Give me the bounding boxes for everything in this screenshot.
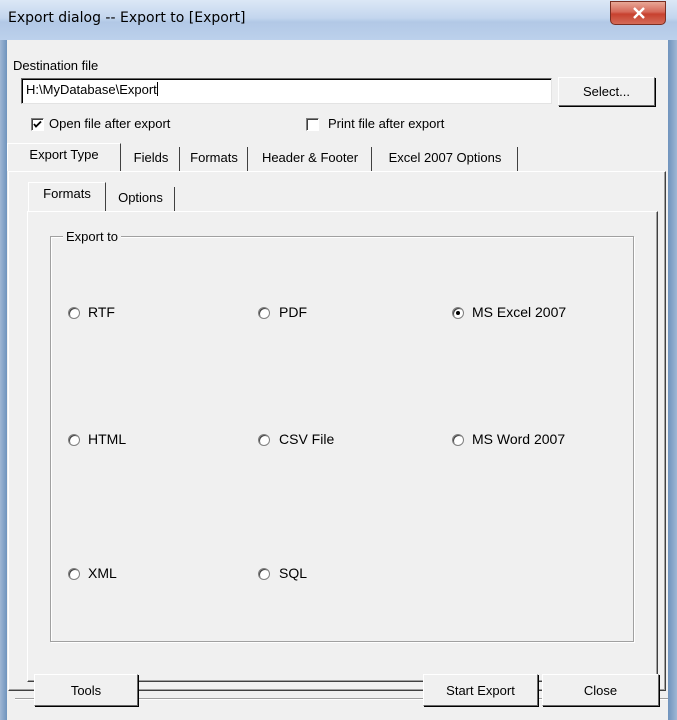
radio-pdf[interactable] [258, 307, 270, 319]
tab-export-type[interactable]: Export Type [7, 143, 121, 171]
print-after-export-label: Print file after export [328, 116, 445, 131]
open-after-export-label: Open file after export [49, 116, 171, 131]
title-bar[interactable]: Export dialog -- Export to [Export] [0, 0, 677, 40]
start-export-button[interactable]: Start Export [423, 674, 538, 706]
window-close-button[interactable] [610, 1, 666, 25]
tab-header-footer[interactable]: Header & Footer [249, 147, 372, 171]
tab-formats[interactable]: Formats [181, 147, 248, 171]
radio-xml[interactable] [68, 568, 80, 580]
tab-excel-2007-options[interactable]: Excel 2007 Options [373, 147, 518, 171]
close-button[interactable]: Close [542, 674, 659, 706]
export-dialog-window: Export dialog -- Export to [Export] Dest… [0, 0, 677, 720]
dialog-client-area: Destination file H:\MyDatabase\Export Se… [7, 40, 668, 720]
export-type-panel: Formats Options Export to RTF PDF MS Exc… [8, 171, 666, 691]
window-border-left [0, 40, 7, 720]
export-to-title: Export to [63, 229, 122, 244]
radio-pdf-label[interactable]: PDF [279, 304, 307, 320]
window-border-right [668, 40, 677, 720]
radio-html[interactable] [68, 434, 80, 446]
destination-file-value: H:\MyDatabase\Export [26, 82, 157, 97]
text-cursor [156, 82, 158, 96]
radio-ms-word-2007-label[interactable]: MS Word 2007 [472, 431, 565, 447]
tab-fields[interactable]: Fields [123, 147, 180, 171]
radio-ms-word-2007[interactable] [452, 434, 464, 446]
subtab-formats[interactable]: Formats [28, 182, 106, 211]
select-button[interactable]: Select... [558, 77, 655, 106]
subtab-options[interactable]: Options [107, 187, 175, 211]
open-after-export-checkbox[interactable] [31, 118, 44, 131]
radio-rtf-label[interactable]: RTF [88, 304, 115, 320]
print-after-export-checkbox[interactable] [306, 118, 319, 131]
radio-sql-label[interactable]: SQL [279, 565, 307, 581]
formats-subpanel: Export to RTF PDF MS Excel 2007 HTML CSV… [27, 211, 658, 682]
destination-file-label: Destination file [13, 58, 99, 73]
radio-ms-excel-2007[interactable] [452, 307, 464, 319]
radio-sql[interactable] [258, 568, 270, 580]
close-icon [633, 7, 645, 19]
tools-button[interactable]: Tools [34, 674, 138, 706]
radio-ms-excel-2007-label[interactable]: MS Excel 2007 [472, 304, 566, 320]
radio-csv-file[interactable] [258, 434, 270, 446]
radio-xml-label[interactable]: XML [88, 565, 117, 581]
radio-csv-file-label[interactable]: CSV File [279, 431, 334, 447]
radio-selected-dot [456, 311, 460, 315]
checkmark-icon [33, 120, 42, 128]
window-title: Export dialog -- Export to [Export] [8, 10, 246, 26]
radio-rtf[interactable] [68, 307, 80, 319]
destination-file-input[interactable]: H:\MyDatabase\Export [21, 78, 552, 104]
radio-html-label[interactable]: HTML [88, 431, 126, 447]
